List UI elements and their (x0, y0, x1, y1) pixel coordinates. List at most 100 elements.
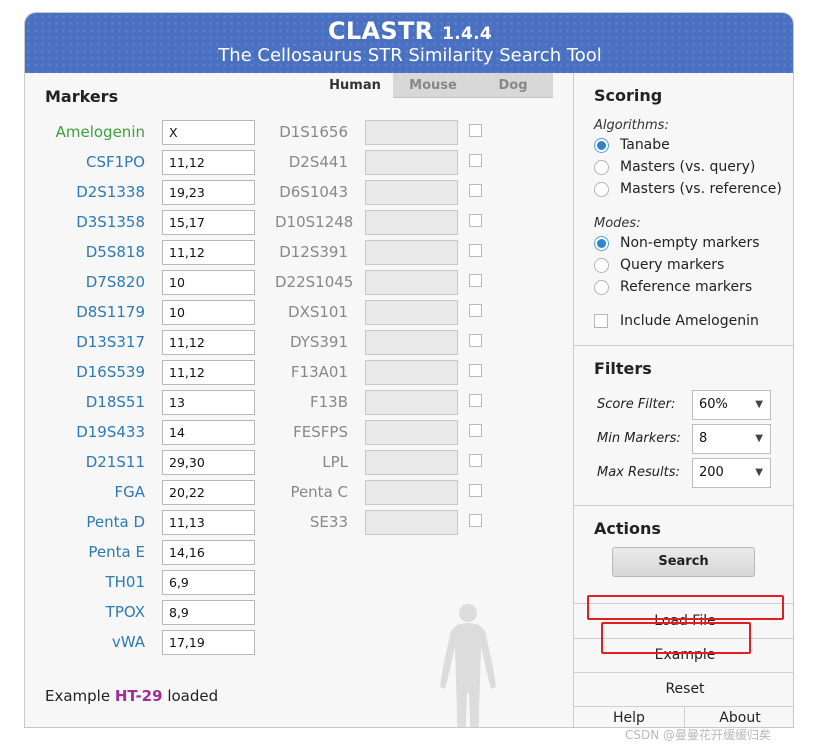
marker-label: D8S1179 (76, 303, 145, 321)
marker-value-input[interactable]: 14 (162, 420, 255, 445)
optional-marker-input[interactable] (365, 120, 458, 145)
divider (574, 345, 793, 346)
radio-button-icon[interactable] (594, 236, 609, 251)
marker-label: D3S1358 (76, 213, 145, 231)
example-button[interactable]: Example (574, 639, 793, 672)
optional-marker-checkbox[interactable] (469, 334, 482, 347)
optional-marker-checkbox[interactable] (469, 394, 482, 407)
radio-button-icon[interactable] (594, 160, 609, 175)
marker-value-input[interactable]: 8,9 (162, 600, 255, 625)
app-version: 1.4.4 (442, 24, 492, 44)
app-subtitle: The Cellosaurus STR Similarity Search To… (218, 45, 602, 66)
load-file-button[interactable]: Load File (574, 605, 793, 638)
optional-marker-input[interactable] (365, 210, 458, 235)
optional-marker-checkbox[interactable] (469, 274, 482, 287)
marker-value-input[interactable]: 11,12 (162, 150, 255, 175)
dropdown-arrow-icon: ▼ (755, 399, 763, 410)
reset-button[interactable]: Reset (574, 673, 793, 706)
marker-value-input[interactable]: 11,12 (162, 330, 255, 355)
max-results-select[interactable]: 200 ▼ (692, 458, 771, 488)
marker-label: D7S820 (85, 273, 145, 291)
dropdown-arrow-icon: ▼ (755, 467, 763, 478)
marker-value-input[interactable]: 6,9 (162, 570, 255, 595)
marker-value-input[interactable]: 10 (162, 300, 255, 325)
optional-marker-input[interactable] (365, 150, 458, 175)
marker-label: TH01 (105, 573, 145, 591)
optional-marker-input[interactable] (365, 390, 458, 415)
score-filter-select[interactable]: 60% ▼ (692, 390, 771, 420)
marker-label: TPOX (105, 603, 145, 621)
marker-label: D13S317 (76, 333, 145, 351)
marker-label: D16S539 (76, 363, 145, 381)
marker-label: D5S818 (85, 243, 145, 261)
max-results-value: 200 (699, 465, 724, 480)
optional-marker-input[interactable] (365, 450, 458, 475)
marker-value-input[interactable]: X (162, 120, 255, 145)
tab-dog[interactable]: Dog (473, 73, 553, 98)
markers-panel: Markers Human Mouse Dog Amelogenin X CSF1P… (25, 73, 553, 727)
optional-marker-input[interactable] (365, 330, 458, 355)
optional-marker-checkbox[interactable] (469, 454, 482, 467)
marker-value-input[interactable]: 11,12 (162, 360, 255, 385)
optional-marker-input[interactable] (365, 300, 458, 325)
optional-marker-input[interactable] (365, 480, 458, 505)
radio-label: Reference markers (620, 279, 753, 295)
optional-marker-checkbox[interactable] (469, 214, 482, 227)
radio-button-icon[interactable] (594, 182, 609, 197)
optional-marker-input[interactable] (365, 180, 458, 205)
optional-marker-label: D10S1248 (275, 213, 354, 231)
optional-marker-checkbox[interactable] (469, 424, 482, 437)
marker-value-input[interactable]: 19,23 (162, 180, 255, 205)
marker-label: CSF1PO (85, 153, 145, 171)
tab-mouse[interactable]: Mouse (393, 73, 473, 98)
app-header: CLASTR 1.4.4 The Cellosaurus STR Similar… (25, 13, 793, 73)
min-markers-value: 8 (699, 431, 708, 446)
marker-value-input[interactable]: 11,13 (162, 510, 255, 535)
radio-label: Masters (vs. query) (620, 159, 756, 175)
marker-value-input[interactable]: 11,12 (162, 240, 255, 265)
optional-marker-checkbox[interactable] (469, 124, 482, 137)
marker-value-input[interactable]: 14,16 (162, 540, 255, 565)
optional-marker-checkbox[interactable] (469, 184, 482, 197)
optional-marker-input[interactable] (365, 360, 458, 385)
optional-marker-input[interactable] (365, 420, 458, 445)
marker-label: FGA (114, 483, 145, 501)
tab-human[interactable]: Human (315, 73, 395, 98)
optional-marker-label: Penta C (290, 483, 348, 501)
checkbox-icon[interactable] (594, 314, 608, 328)
optional-marker-checkbox[interactable] (469, 304, 482, 317)
optional-marker-input[interactable] (365, 510, 458, 535)
optional-marker-checkbox[interactable] (469, 244, 482, 257)
marker-value-input[interactable]: 20,22 (162, 480, 255, 505)
radio-button-icon[interactable] (594, 258, 609, 273)
checkbox-label: Include Amelogenin (620, 313, 759, 329)
modes-label: Modes: (594, 216, 641, 231)
optional-marker-checkbox[interactable] (469, 154, 482, 167)
optional-marker-label: F13A01 (290, 363, 348, 381)
marker-label: D18S51 (85, 393, 145, 411)
marker-value-input[interactable]: 10 (162, 270, 255, 295)
optional-marker-input[interactable] (365, 240, 458, 265)
optional-marker-label: D22S1045 (275, 273, 354, 291)
optional-marker-checkbox[interactable] (469, 484, 482, 497)
optional-marker-checkbox[interactable] (469, 364, 482, 377)
marker-value-input[interactable]: 29,30 (162, 450, 255, 475)
about-button[interactable]: About (685, 707, 793, 727)
radio-button-icon[interactable] (594, 280, 609, 295)
search-button[interactable]: Search (612, 547, 755, 577)
app-title: CLASTR 1.4.4 (25, 17, 793, 45)
marker-value-input[interactable]: 17,19 (162, 630, 255, 655)
optional-marker-input[interactable] (365, 270, 458, 295)
radio-label: Tanabe (620, 137, 670, 153)
app-title-text: CLASTR (328, 17, 434, 45)
marker-value-input[interactable]: 13 (162, 390, 255, 415)
radio-button-icon[interactable] (594, 138, 609, 153)
optional-marker-label: SE33 (309, 513, 348, 531)
marker-label: Penta E (88, 543, 145, 561)
human-silhouette-icon (440, 604, 496, 727)
marker-value-input[interactable]: 15,17 (162, 210, 255, 235)
help-button[interactable]: Help (574, 707, 684, 727)
optional-marker-checkbox[interactable] (469, 514, 482, 527)
min-markers-select[interactable]: 8 ▼ (692, 424, 771, 454)
algorithms-label: Algorithms: (594, 118, 669, 133)
